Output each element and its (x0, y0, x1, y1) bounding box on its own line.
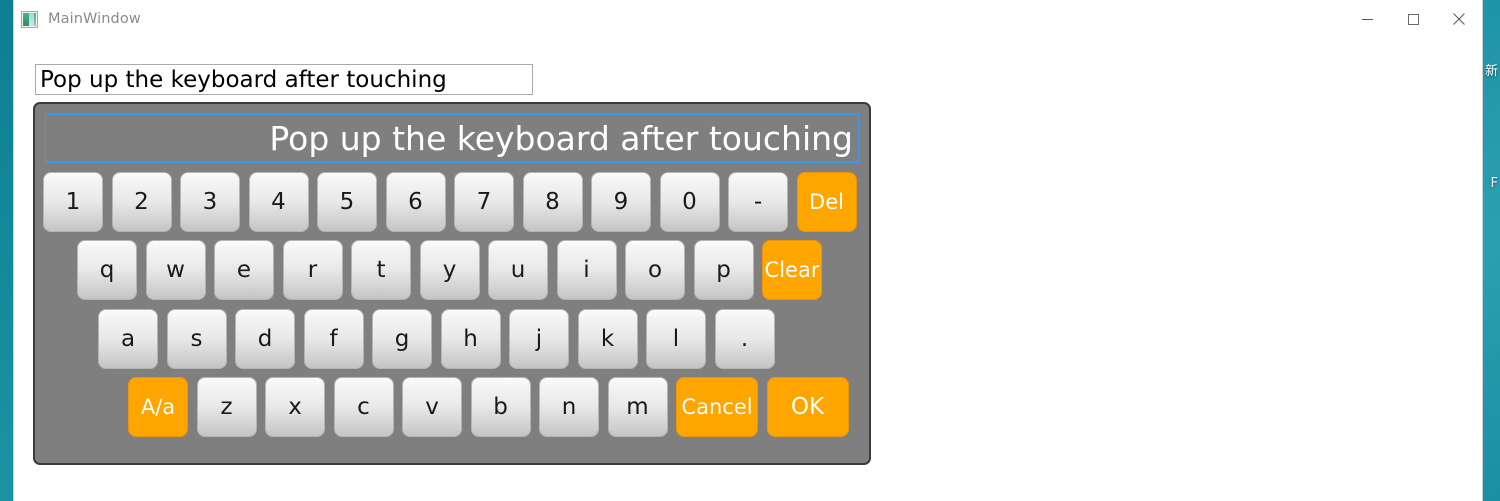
desktop-root: MainWindow Pop up the keyboard after tou… (0, 0, 1500, 501)
key-6[interactable]: 6 (385, 172, 446, 232)
key-1[interactable]: 1 (43, 172, 103, 232)
main-window: MainWindow Pop up the keyboard after tou… (14, 0, 1482, 501)
key-y[interactable]: y (419, 240, 480, 300)
key-clear[interactable]: Clear (762, 240, 822, 300)
key-l[interactable]: l (646, 309, 706, 369)
key-2[interactable]: 2 (111, 172, 172, 232)
key-p[interactable]: p (693, 240, 754, 300)
key-v[interactable]: v (402, 377, 462, 437)
key-s[interactable]: s (166, 309, 227, 369)
keyboard-row-bottom: A/a z x c v b n m Cancel OK (128, 377, 857, 437)
key-c[interactable]: c (333, 377, 394, 437)
key-t[interactable]: t (351, 240, 411, 300)
key-minus[interactable]: - (728, 172, 788, 232)
key-7[interactable]: 7 (454, 172, 514, 232)
key-0[interactable]: 0 (659, 172, 720, 232)
close-button[interactable] (1436, 0, 1482, 38)
key-shift[interactable]: A/a (128, 377, 188, 437)
close-icon (1453, 13, 1465, 25)
key-del[interactable]: Del (796, 172, 857, 232)
key-h[interactable]: h (440, 309, 501, 369)
app-icon (21, 10, 38, 28)
client-area: Pop up the keyboard after touching 12345… (14, 39, 1482, 501)
key-ok[interactable]: OK (766, 377, 849, 437)
minimize-button[interactable] (1344, 0, 1390, 38)
key-u[interactable]: u (488, 240, 548, 300)
key-k[interactable]: k (577, 309, 638, 369)
key-j[interactable]: j (509, 309, 569, 369)
title-bar[interactable]: MainWindow (14, 0, 1482, 39)
keyboard-row-numbers: 1 2 3 4 5 6 7 8 9 0- Del (43, 172, 865, 232)
key-a[interactable]: a (98, 309, 158, 369)
key-5[interactable]: 5 (317, 172, 377, 232)
desktop-icon-label[interactable]: 新 (1485, 60, 1498, 79)
key-z[interactable]: z (196, 377, 257, 437)
key-g[interactable]: g (372, 309, 432, 369)
maximize-icon (1407, 13, 1419, 25)
key-period[interactable]: . (714, 309, 775, 369)
key-cancel[interactable]: Cancel (676, 377, 758, 437)
key-n[interactable]: n (539, 377, 599, 437)
keyboard-display-field[interactable]: Pop up the keyboard after touching (45, 114, 859, 163)
key-4[interactable]: 4 (248, 172, 309, 232)
key-q[interactable]: q (77, 240, 137, 300)
text-input-field[interactable] (35, 64, 533, 95)
maximize-button[interactable] (1390, 0, 1436, 38)
key-o[interactable]: o (625, 240, 685, 300)
keyboard-row-qwerty: q w e r t y u i o p Clear (77, 240, 831, 300)
virtual-keyboard-panel: Pop up the keyboard after touching 12345… (33, 102, 871, 465)
window-controls (1344, 0, 1482, 38)
key-e[interactable]: e (214, 240, 274, 300)
desktop-icon-label[interactable]: F (1491, 176, 1498, 191)
minimize-icon (1361, 18, 1373, 20)
key-9[interactable]: 9 (591, 172, 651, 232)
key-r[interactable]: r (282, 240, 343, 300)
keyboard-row-home: asdfghjkl. (98, 309, 783, 369)
key-x[interactable]: x (265, 377, 325, 437)
key-f[interactable]: f (303, 309, 364, 369)
key-i[interactable]: i (556, 240, 617, 300)
key-m[interactable]: m (607, 377, 668, 437)
key-d[interactable]: d (235, 309, 295, 369)
key-w[interactable]: w (145, 240, 206, 300)
key-b[interactable]: b (470, 377, 531, 437)
key-3[interactable]: 3 (180, 172, 240, 232)
window-title: MainWindow (48, 11, 141, 27)
key-8[interactable]: 8 (522, 172, 583, 232)
